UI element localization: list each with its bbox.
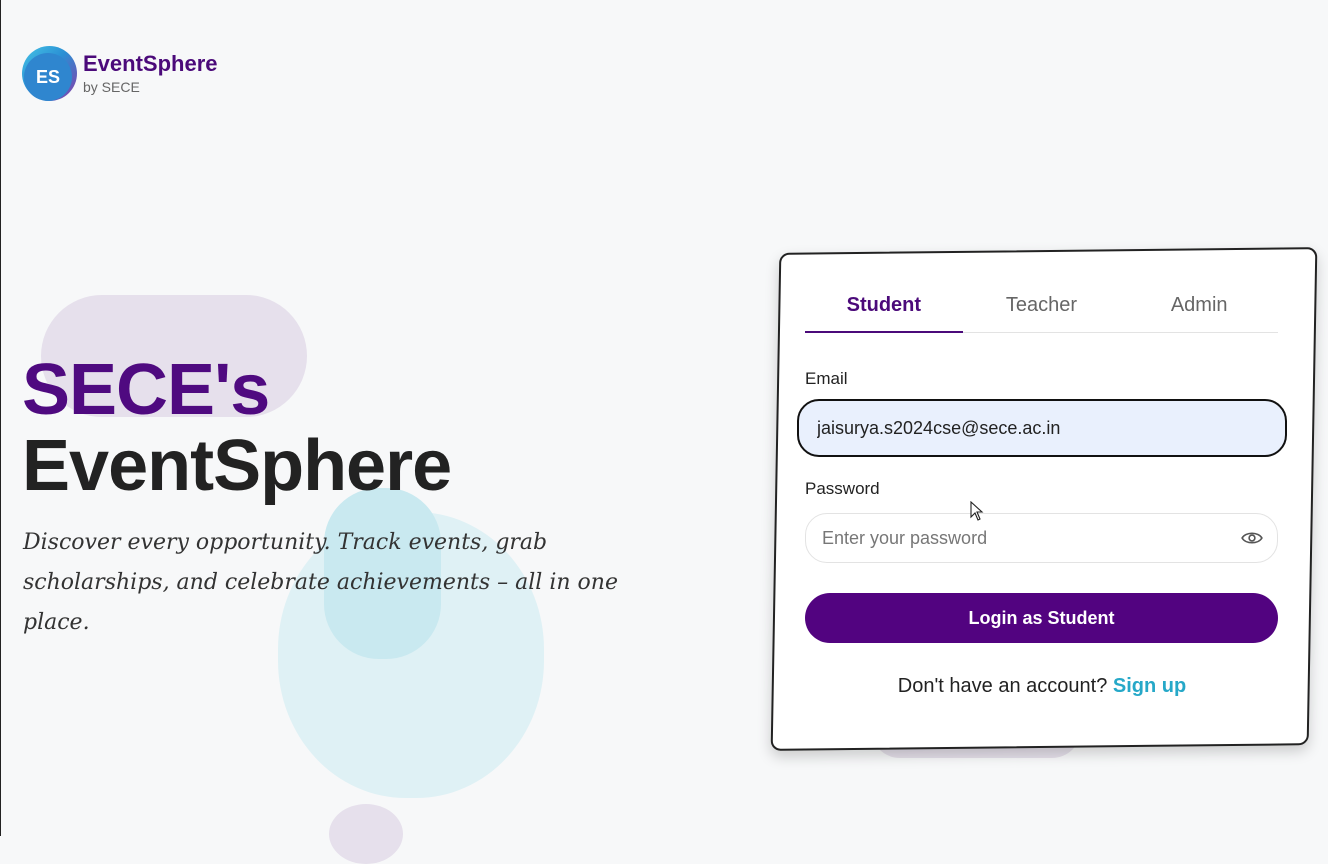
signup-link[interactable]: Sign up xyxy=(1113,675,1186,697)
logo-badge-text: ES xyxy=(24,53,72,101)
login-card: Student Teacher Admin Email Password Log… xyxy=(775,250,1309,744)
password-label: Password xyxy=(805,479,880,498)
brand-title: EventSphere xyxy=(83,51,218,76)
role-tabs: Student Teacher Admin xyxy=(805,290,1278,333)
hero-heading: SECE's EventSphere xyxy=(22,350,452,506)
password-field[interactable] xyxy=(805,513,1278,563)
signup-row: Don't have an account? Sign up xyxy=(775,675,1309,698)
login-button[interactable]: Login as Student xyxy=(805,593,1278,643)
hero-heading-line2: EventSphere xyxy=(22,426,452,506)
tab-admin[interactable]: Admin xyxy=(1120,290,1278,332)
decorative-blob xyxy=(329,804,403,864)
mouse-cursor-icon xyxy=(970,501,984,521)
email-label: Email xyxy=(805,369,848,388)
email-field[interactable] xyxy=(797,399,1287,457)
hero-tagline: Discover every opportunity. Track events… xyxy=(23,530,618,635)
brand-subtitle: by SECE xyxy=(83,79,140,95)
brand-logo[interactable]: ES EventSphere by SECE xyxy=(22,46,218,101)
logo-badge: ES xyxy=(22,46,77,101)
tab-student[interactable]: Student xyxy=(805,290,963,333)
signup-prompt: Don't have an account? xyxy=(897,675,1113,697)
eye-icon[interactable] xyxy=(1241,529,1263,547)
tab-teacher[interactable]: Teacher xyxy=(963,290,1121,332)
hero-heading-line1: SECE's xyxy=(22,350,270,430)
